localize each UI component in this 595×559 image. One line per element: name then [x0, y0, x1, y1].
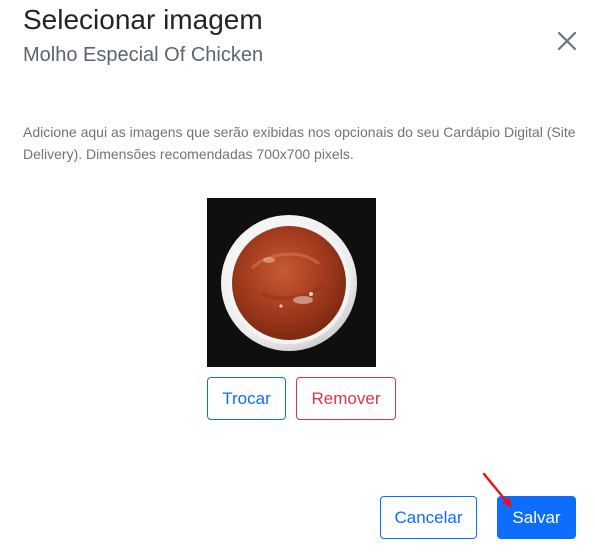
- close-icon: [557, 31, 577, 51]
- swap-image-button[interactable]: Trocar: [207, 377, 286, 420]
- cancel-button[interactable]: Cancelar: [380, 496, 477, 539]
- dialog-description: Adicione aqui as imagens que serão exibi…: [23, 124, 576, 162]
- image-preview: [207, 198, 376, 367]
- save-button[interactable]: Salvar: [497, 496, 576, 539]
- select-image-dialog: Selecionar imagem Molho Especial Of Chic…: [0, 0, 595, 559]
- close-button[interactable]: [554, 28, 580, 54]
- dialog-subtitle: Molho Especial Of Chicken: [23, 44, 264, 66]
- dialog-title: Selecionar imagem: [23, 4, 263, 35]
- sauce-cup-photo: [207, 198, 376, 367]
- remove-image-button[interactable]: Remover: [296, 377, 396, 420]
